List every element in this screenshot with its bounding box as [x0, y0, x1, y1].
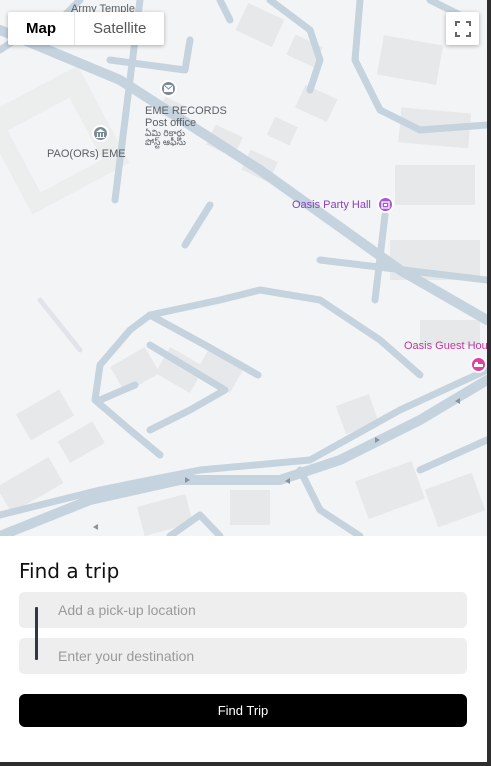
post-office-marker[interactable]: [160, 80, 177, 97]
event-icon: [381, 201, 390, 209]
label-oasis-guest-house: Oasis Guest House: [404, 340, 487, 352]
panel-title: Find a trip: [19, 559, 120, 583]
map-type-satellite-button[interactable]: Satellite: [74, 12, 164, 45]
pickup-input[interactable]: [58, 592, 458, 628]
fullscreen-button[interactable]: [446, 12, 479, 45]
label-eme-records: EME RECORDS: [145, 105, 227, 117]
find-trip-button[interactable]: Find Trip: [19, 694, 467, 727]
guest-house-marker[interactable]: [470, 356, 487, 373]
envelope-icon: [164, 85, 173, 92]
destination-field[interactable]: [19, 638, 467, 674]
government-marker[interactable]: [92, 125, 109, 142]
trip-panel: Find a trip Find Trip: [0, 536, 487, 762]
window-border-right: [487, 0, 491, 766]
route-connector-line: [35, 607, 38, 660]
map-view[interactable]: Army Temple EME RECORDS Post office ఏమి …: [0, 0, 487, 536]
label-pao: PAO(ORs) EME: [47, 148, 126, 160]
destination-input[interactable]: [58, 638, 458, 674]
map-type-control: Map Satellite: [8, 12, 165, 45]
map-canvas[interactable]: [0, 0, 487, 536]
window-border-bottom: [0, 762, 491, 766]
bank-icon: [96, 129, 105, 138]
bed-icon: [474, 362, 483, 367]
map-type-map-button[interactable]: Map: [8, 12, 74, 45]
label-oasis-party-hall: Oasis Party Hall: [292, 199, 371, 211]
app-window: Army Temple EME RECORDS Post office ఏమి …: [0, 0, 487, 762]
pickup-field[interactable]: [19, 592, 467, 628]
fullscreen-icon: [454, 20, 471, 37]
party-hall-marker[interactable]: [377, 196, 394, 213]
label-eme-telugu-2: పోస్ట్ ఆఫీసు: [145, 137, 186, 147]
